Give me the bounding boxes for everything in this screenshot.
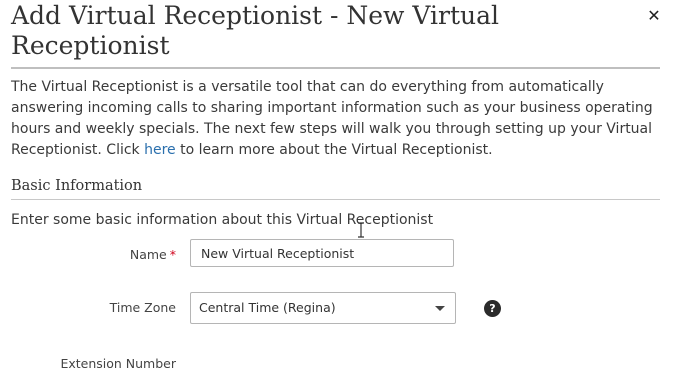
- time-zone-selected-value: Central Time (Regina): [199, 300, 336, 315]
- title-divider: [11, 67, 660, 69]
- dialog-title: Add Virtual Receptionist - New Virtual R…: [11, 1, 500, 60]
- time-zone-select[interactable]: Central Time (Regina): [190, 292, 456, 324]
- section-divider: [11, 199, 660, 200]
- intro-text-after-link: to learn more about the Virtual Receptio…: [175, 142, 493, 158]
- chevron-down-icon: [435, 306, 445, 311]
- section-title-basic-information: Basic Information: [11, 178, 143, 194]
- name-label: Name *: [100, 247, 176, 263]
- name-input[interactable]: [190, 239, 454, 267]
- time-zone-label: Time Zone: [109, 300, 176, 315]
- intro-paragraph: The Virtual Receptionist is a versatile …: [11, 77, 663, 161]
- text-cursor-icon: [358, 222, 364, 238]
- section-description: Enter some basic information about this …: [11, 212, 434, 228]
- extension-number-label: Extension Number: [60, 356, 176, 371]
- required-marker: *: [169, 247, 176, 262]
- name-label-text: Name: [129, 247, 167, 262]
- close-icon[interactable]: ✕: [644, 6, 664, 26]
- add-virtual-receptionist-dialog: Add Virtual Receptionist - New Virtual R…: [0, 0, 680, 384]
- learn-more-link[interactable]: here: [144, 142, 176, 158]
- question-circle-icon[interactable]: ?: [484, 300, 501, 317]
